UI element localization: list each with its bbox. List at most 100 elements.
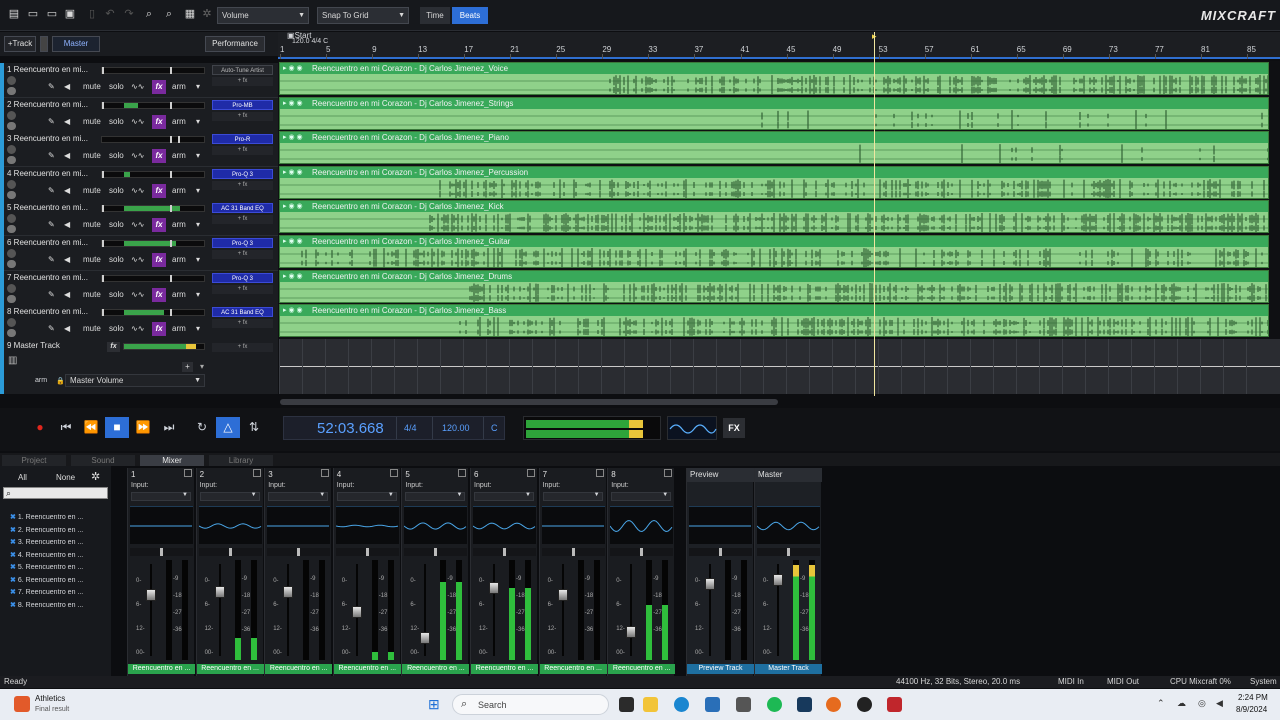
solo-button[interactable]: solo <box>109 220 124 229</box>
edit-icon[interactable] <box>7 329 16 338</box>
track-menu-chevron-icon[interactable]: ▾ <box>196 220 200 229</box>
track-volume-slider[interactable] <box>101 101 205 109</box>
track-name[interactable]: 1 Reencuentro en mi... <box>7 65 88 74</box>
track-menu-chevron-icon[interactable]: ▾ <box>196 117 200 126</box>
audio-clip[interactable]: ▸ ◉ ◉ Reencuentro en mi Corazon - Dj Carl… <box>279 200 1269 234</box>
volume-fader[interactable] <box>146 589 156 601</box>
arm-button[interactable]: arm <box>172 220 186 229</box>
track-plugin-slot[interactable]: AC 31 Band EQ <box>212 307 273 318</box>
pan-slider[interactable] <box>335 548 399 556</box>
add-fx-slot[interactable]: + fx <box>212 111 273 121</box>
track-panel[interactable]: 3 Reencuentro en mi... ✎ ◀ mute solo ∿∿ fx arm ▾… <box>0 132 278 168</box>
track-plugin-slot[interactable]: Pro-Q 3 <box>212 272 273 283</box>
open-recent-icon[interactable]: ▭ <box>46 9 58 20</box>
arm-button[interactable]: arm <box>172 324 186 333</box>
edge-browser-icon[interactable] <box>674 697 689 712</box>
automation-icon[interactable]: ∿∿ <box>131 324 144 333</box>
track-name[interactable]: 3 Reencuentro en mi... <box>7 134 88 143</box>
edit-icon[interactable] <box>7 87 16 95</box>
track-name[interactable]: 4 Reencuentro en mi... <box>7 169 88 178</box>
audio-clip[interactable]: ▸ ◉ ◉ Reencuentro en mi Corazon - Dj Carl… <box>279 165 1269 199</box>
strip-name-label[interactable]: Reencuentro en ... <box>265 664 333 674</box>
playhead-line[interactable] <box>874 32 875 396</box>
input-select[interactable]: ▼ <box>405 492 466 501</box>
track-panel[interactable]: 1 Reencuentro en mi... ✎ ◀ mute solo ∿∿ fx arm ▾… <box>0 63 278 98</box>
strip-name-label[interactable]: Master Track <box>755 664 822 674</box>
track-fx-button[interactable]: fx <box>152 322 166 337</box>
task-view-icon[interactable] <box>619 697 634 712</box>
track-fx-button[interactable]: fx <box>152 253 166 267</box>
edit-icon[interactable] <box>7 260 16 268</box>
add-fx-slot[interactable]: + fx <box>212 250 273 259</box>
rewind-icon[interactable]: ⏪ <box>79 417 103 438</box>
strip-close-icon[interactable] <box>664 469 673 477</box>
volume-fader[interactable] <box>773 574 783 586</box>
track-plugin-slot[interactable]: Pro-Q 3 <box>212 238 273 248</box>
collapse-icon[interactable] <box>40 36 48 52</box>
edit-icon[interactable] <box>7 190 16 199</box>
volume-fader[interactable] <box>557 589 568 601</box>
tab-sound[interactable]: Sound <box>71 455 135 466</box>
metronome-icon[interactable]: △ <box>216 417 240 438</box>
file-explorer-icon[interactable] <box>643 697 658 712</box>
mixer-list-item[interactable]: ✖ 6. Reencuentro en ... <box>10 576 83 584</box>
automation-icon[interactable]: ∿∿ <box>131 117 144 126</box>
track-fx-button[interactable]: fx <box>152 114 166 129</box>
strip-close-icon[interactable] <box>389 469 398 477</box>
pencil-icon[interactable]: ✎ <box>48 220 55 229</box>
mute-button[interactable]: mute <box>83 324 101 333</box>
volume-fader[interactable] <box>283 586 294 598</box>
record-arm-icon[interactable] <box>7 283 16 293</box>
firefox-icon[interactable] <box>826 697 841 712</box>
mixcraft-taskbar-icon[interactable] <box>887 697 902 712</box>
app-n-icon[interactable] <box>797 697 812 712</box>
track-menu-chevron-icon[interactable]: ▾ <box>196 151 200 160</box>
widget-title[interactable]: Athletics <box>35 694 65 703</box>
add-automation-button[interactable]: + <box>182 362 193 372</box>
track-panel[interactable]: 5 Reencuentro en mi... ✎ ◀ mute solo ∿∿ fx arm ▾… <box>0 201 278 237</box>
mixer-search-input[interactable]: ⌕ <box>3 487 108 499</box>
input-select[interactable]: ▼ <box>611 492 672 501</box>
speaker-icon[interactable]: ◀ <box>64 255 70 264</box>
new-file-icon[interactable]: ▤ <box>8 9 20 20</box>
timeline-ruler[interactable]: ▣Start 120.0 4/4 C 1 5 9 13 17 21 25 29 33 37 41 45… <box>278 31 1280 59</box>
mute-button[interactable]: mute <box>83 255 101 264</box>
fast-forward-icon[interactable]: ⏩ <box>131 417 155 438</box>
solo-button[interactable]: solo <box>109 255 124 264</box>
select-all-button[interactable]: All <box>18 473 27 482</box>
record-arm-icon[interactable] <box>7 110 16 120</box>
pan-slider[interactable] <box>610 548 674 556</box>
go-to-start-icon[interactable]: ⏮ <box>54 417 78 438</box>
add-fx-slot[interactable]: + fx <box>212 146 273 156</box>
app-icon[interactable] <box>736 697 751 712</box>
track-volume-slider[interactable] <box>101 274 205 282</box>
track-panel[interactable]: 4 Reencuentro en mi... ✎ ◀ mute solo ∿∿ fx arm ▾… <box>0 166 278 202</box>
horizontal-scrollbar[interactable] <box>280 399 778 405</box>
arm-button[interactable]: arm <box>172 82 186 91</box>
settings-gear-icon[interactable]: ✲ <box>201 9 213 20</box>
wifi-icon[interactable]: ◎ <box>1198 698 1206 709</box>
strip-close-icon[interactable] <box>458 469 467 477</box>
zoom-icon[interactable]: ⌕ <box>143 9 155 20</box>
stop-icon[interactable]: ■ <box>105 417 129 438</box>
edit-icon[interactable] <box>7 294 16 303</box>
pencil-icon[interactable]: ✎ <box>48 117 55 126</box>
mixer-list-item[interactable]: ✖ 5. Reencuentro en ... <box>10 563 83 571</box>
record-arm-icon[interactable] <box>7 76 16 85</box>
solo-button[interactable]: solo <box>109 186 124 195</box>
mute-button[interactable]: mute <box>83 186 101 195</box>
track-menu-chevron-icon[interactable]: ▾ <box>196 255 200 264</box>
strip-close-icon[interactable] <box>527 469 535 477</box>
track-volume-slider[interactable] <box>101 205 205 213</box>
checkbox-icon[interactable]: ✖ <box>10 514 16 521</box>
mute-button[interactable]: mute <box>83 117 101 126</box>
checkbox-icon[interactable]: ✖ <box>10 527 16 534</box>
clock-date[interactable]: 8/9/2024 <box>1236 705 1267 714</box>
time-mode-button[interactable]: Time <box>420 7 450 24</box>
strip-name-label[interactable]: Reencuentro en ... <box>471 664 538 674</box>
store-icon[interactable] <box>705 697 720 712</box>
speaker-icon[interactable]: ◀ <box>64 151 70 160</box>
pencil-icon[interactable]: ✎ <box>48 255 55 264</box>
track-fx-button[interactable]: fx <box>152 149 166 164</box>
undo-icon[interactable]: ↶ <box>104 9 116 20</box>
